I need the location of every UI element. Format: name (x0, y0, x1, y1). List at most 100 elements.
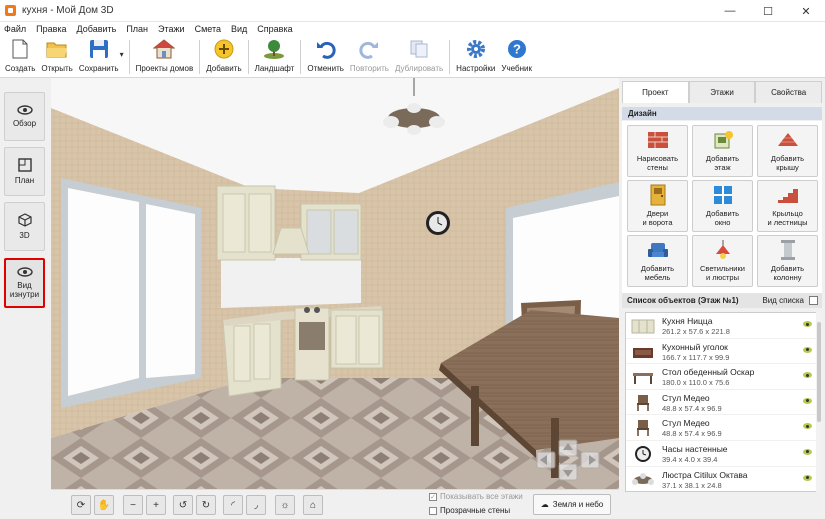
lamps-chandeliers-label: Светильники и люстры (700, 264, 745, 282)
armchair-icon (646, 239, 670, 261)
pan-hand-button[interactable]: ✋ (94, 495, 114, 515)
overview-view-button[interactable]: Обзор (4, 92, 45, 141)
close-button[interactable]: ✕ (787, 0, 825, 22)
rotate-right-button[interactable]: ↻ (196, 495, 216, 515)
light-bulb-icon: ☼ (280, 499, 290, 511)
menu-help[interactable]: Справка (257, 24, 292, 34)
rotate-360-button[interactable]: ⟳ (71, 495, 91, 515)
kitchen-3d-scene[interactable] (51, 78, 619, 489)
view-list-link[interactable]: Вид списка (762, 296, 804, 305)
duplicate-button[interactable]: Дублировать (392, 36, 446, 78)
object-dimensions: 37.1 x 38.1 x 24.8 (662, 480, 722, 490)
house-projects-button[interactable]: Проекты домов (133, 36, 197, 78)
tilt-down-button[interactable]: ◞ (246, 495, 266, 515)
list-item[interactable]: Часы настенные 39.4 x 4.0 x 39.4 (626, 441, 818, 467)
viewport-toolbar: ⟳ ✋ − + ↺ ↻ ◜ ◞ ☼ ⌂ ✓ Показывать все эта… (51, 489, 619, 519)
maximize-button[interactable]: ☐ (749, 0, 787, 22)
list-item[interactable]: Кухня Ницца 261.2 x 57.6 x 221.8 (626, 313, 818, 339)
add-roof-button[interactable]: Добавить крышу (757, 125, 818, 177)
visibility-eye-icon[interactable] (803, 423, 812, 430)
lamps-chandeliers-button[interactable]: Светильники и люстры (692, 235, 753, 287)
list-view-icon[interactable] (809, 296, 818, 305)
draw-walls-label: Нарисовать стены (636, 154, 679, 172)
list-item[interactable]: Стул Медео 48.8 x 57.4 x 96.9 (626, 390, 818, 416)
list-item[interactable]: Люстра Citilux Октава 37.1 x 38.1 x 24.8 (626, 467, 818, 491)
svg-text:?: ? (513, 42, 521, 57)
plan-view-button[interactable]: План (4, 147, 45, 196)
zoom-in-button[interactable]: + (146, 495, 166, 515)
doors-gates-button[interactable]: Двери и ворота (627, 180, 688, 232)
menu-edit[interactable]: Правка (36, 24, 66, 34)
folder-icon (46, 38, 68, 60)
home-icon: ⌂ (309, 499, 317, 511)
home-view-button[interactable]: ⌂ (303, 495, 323, 515)
transparent-walls-checkbox[interactable]: Прозрачные стены (429, 506, 510, 515)
earth-sky-button[interactable]: ☁ Земля и небо (533, 494, 611, 515)
visibility-eye-icon[interactable] (803, 397, 812, 404)
visibility-eye-icon[interactable] (803, 346, 812, 353)
tilt-up-button[interactable]: ◜ (223, 495, 243, 515)
list-item[interactable]: Стол обеденный Оскар 180.0 x 110.0 x 75.… (626, 364, 818, 390)
create-button[interactable]: Создать (2, 36, 38, 78)
tutorial-button[interactable]: ? Учебник (498, 36, 535, 78)
brick-wall-icon (646, 129, 670, 151)
landscape-button[interactable]: Ландшафт (252, 36, 298, 78)
object-name: Кухонный уголок (662, 341, 728, 352)
light-button[interactable]: ☼ (275, 495, 295, 515)
undo-arrow-icon (315, 38, 337, 60)
zoom-out-button[interactable]: − (123, 495, 143, 515)
title-bar: кухня - Мой Дом 3D — ☐ ✕ (0, 0, 825, 22)
object-dimensions: 48.8 x 57.4 x 96.9 (662, 403, 722, 413)
rotate-left-button[interactable]: ↺ (173, 495, 193, 515)
porch-stairs-button[interactable]: Крыльцо и лестницы (757, 180, 818, 232)
open-button[interactable]: Открыть (38, 36, 75, 78)
minimize-button[interactable]: — (711, 0, 749, 22)
visibility-eye-icon[interactable] (803, 372, 812, 379)
object-name: Люстра Citilux Октава (662, 469, 748, 480)
floppy-icon (88, 38, 110, 60)
add-floor-icon (711, 129, 735, 151)
add-furniture-button[interactable]: Добавить мебель (627, 235, 688, 287)
list-item[interactable]: Кухонный уголок 166.7 x 117.7 x 99.9 (626, 339, 818, 365)
visibility-eye-icon[interactable] (803, 321, 812, 327)
undo-button[interactable]: Отменить (304, 36, 347, 78)
3d-viewport[interactable] (51, 78, 619, 489)
show-all-floors-checkbox[interactable]: ✓ Показывать все этажи (429, 492, 523, 501)
scrollbar-thumb[interactable] (817, 322, 821, 422)
save-dropdown-icon[interactable]: ▾ (120, 50, 124, 59)
menu-add[interactable]: Добавить (77, 24, 117, 34)
menu-view[interactable]: Вид (231, 24, 247, 34)
object-list-scrollbar[interactable] (816, 312, 822, 492)
tab-properties[interactable]: Свойства (755, 81, 823, 103)
add-floor-button[interactable]: Добавить этаж (692, 125, 753, 177)
duplicate-label: Дублировать (394, 64, 444, 73)
menu-file[interactable]: Файл (4, 24, 26, 34)
transparent-walls-label: Прозрачные стены (440, 506, 511, 515)
draw-walls-button[interactable]: Нарисовать стены (627, 125, 688, 177)
redo-button[interactable]: Повторить (347, 36, 392, 78)
add-button[interactable]: Добавить (203, 36, 244, 78)
add-column-button[interactable]: Добавить колонну (757, 235, 818, 287)
add-furniture-label: Добавить мебель (640, 264, 675, 282)
tab-project[interactable]: Проект (622, 81, 689, 103)
visibility-eye-icon[interactable] (803, 474, 812, 481)
open-label: Открыть (41, 64, 73, 73)
doors-gates-label: Двери и ворота (642, 209, 673, 227)
menu-estimate[interactable]: Смета (195, 24, 221, 34)
inside-view-button[interactable]: Вид изнутри (4, 258, 45, 308)
menu-plan[interactable]: План (126, 24, 148, 34)
help-question-icon: ? (506, 38, 528, 60)
object-name: Часы настенные (662, 443, 728, 454)
list-item[interactable]: Стул Медео 48.8 x 57.4 x 96.9 (626, 415, 818, 441)
save-label: Сохранить (78, 64, 119, 73)
menu-floors[interactable]: Этажи (158, 24, 185, 34)
add-window-button[interactable]: Добавить окно (692, 180, 753, 232)
tab-floors[interactable]: Этажи (688, 81, 756, 103)
show-all-floors-label: Показывать все этажи (440, 492, 523, 501)
panel-tabs: Проект Этажи Свойства (622, 81, 823, 103)
gear-icon (465, 38, 487, 60)
3d-view-button[interactable]: 3D (4, 202, 45, 251)
settings-button[interactable]: Настройки (453, 36, 498, 78)
visibility-eye-icon[interactable] (803, 448, 812, 455)
save-button[interactable]: Сохранить (76, 36, 122, 78)
